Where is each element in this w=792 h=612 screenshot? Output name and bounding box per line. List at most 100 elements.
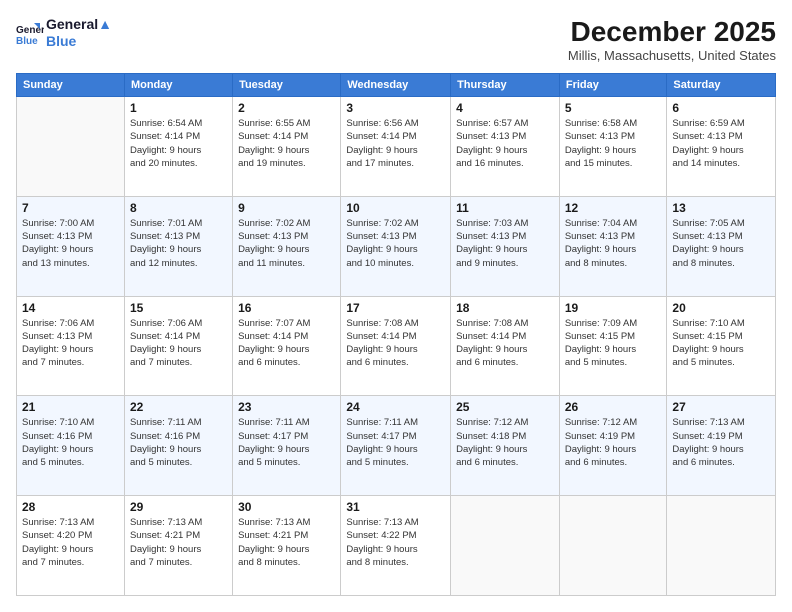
header-cell-thursday: Thursday [451, 74, 560, 97]
calendar-cell: 15 Sunrise: 7:06 AM Sunset: 4:14 PM Dayli… [124, 296, 232, 396]
calendar-cell: 25 Sunrise: 7:12 AM Sunset: 4:18 PM Dayli… [451, 396, 560, 496]
calendar-cell: 6Sunrise: 6:59 AM Sunset: 4:13 PM Daylig… [667, 97, 776, 197]
calendar-row: 14 Sunrise: 7:06 AM Sunset: 4:13 PM Dayli… [17, 296, 776, 396]
page: General Blue General▲ Blue December 2025… [0, 0, 792, 612]
month-title: December 2025 [568, 16, 776, 48]
day-info: Sunrise: 7:00 AM Sunset: 4:13 PM Dayligh… [22, 217, 119, 270]
calendar-row: 7 Sunrise: 7:00 AM Sunset: 4:13 PM Daylig… [17, 196, 776, 296]
calendar-cell: 27 Sunrise: 7:13 AM Sunset: 4:19 PM Dayli… [667, 396, 776, 496]
title-section: December 2025 Millis, Massachusetts, Uni… [568, 16, 776, 63]
day-number: 10 [346, 201, 445, 215]
day-number: 7 [22, 201, 119, 215]
day-info: Sunrise: 6:55 AM Sunset: 4:14 PM Dayligh… [238, 117, 335, 170]
calendar-cell: 18 Sunrise: 7:08 AM Sunset: 4:14 PM Dayli… [451, 296, 560, 396]
day-number: 13 [672, 201, 770, 215]
day-number: 2 [238, 101, 335, 115]
header-cell-wednesday: Wednesday [341, 74, 451, 97]
day-number: 17 [346, 301, 445, 315]
calendar-row: 21 Sunrise: 7:10 AM Sunset: 4:16 PM Dayli… [17, 396, 776, 496]
day-info: Sunrise: 6:59 AM Sunset: 4:13 PM Dayligh… [672, 117, 770, 170]
header-cell-friday: Friday [559, 74, 667, 97]
calendar-cell: 23 Sunrise: 7:11 AM Sunset: 4:17 PM Dayli… [233, 396, 341, 496]
day-info: Sunrise: 7:08 AM Sunset: 4:14 PM Dayligh… [456, 317, 554, 370]
day-info: Sunrise: 7:07 AM Sunset: 4:14 PM Dayligh… [238, 317, 335, 370]
header: General Blue General▲ Blue December 2025… [16, 16, 776, 63]
calendar-row: 1 Sunrise: 6:54 AM Sunset: 4:14 PM Daylig… [17, 97, 776, 197]
calendar-cell: 26 Sunrise: 7:12 AM Sunset: 4:19 PM Dayli… [559, 396, 667, 496]
day-info: Sunrise: 7:01 AM Sunset: 4:13 PM Dayligh… [130, 217, 227, 270]
day-number: 29 [130, 500, 227, 514]
day-info: Sunrise: 7:11 AM Sunset: 4:17 PM Dayligh… [346, 416, 445, 469]
svg-text:Blue: Blue [16, 36, 38, 47]
day-info: Sunrise: 7:13 AM Sunset: 4:19 PM Dayligh… [672, 416, 770, 469]
day-number: 23 [238, 400, 335, 414]
day-number: 19 [565, 301, 662, 315]
day-info: Sunrise: 6:58 AM Sunset: 4:13 PM Dayligh… [565, 117, 662, 170]
calendar-cell: 17 Sunrise: 7:08 AM Sunset: 4:14 PM Dayli… [341, 296, 451, 396]
day-number: 4 [456, 101, 554, 115]
calendar-cell: 9Sunrise: 7:02 AM Sunset: 4:13 PM Daylig… [233, 196, 341, 296]
day-number: 26 [565, 400, 662, 414]
calendar-cell: 2 Sunrise: 6:55 AM Sunset: 4:14 PM Daylig… [233, 97, 341, 197]
day-info: Sunrise: 6:56 AM Sunset: 4:14 PM Dayligh… [346, 117, 445, 170]
day-info: Sunrise: 7:06 AM Sunset: 4:14 PM Dayligh… [130, 317, 227, 370]
day-number: 1 [130, 101, 227, 115]
day-info: Sunrise: 7:02 AM Sunset: 4:13 PM Dayligh… [346, 217, 445, 270]
calendar-cell: 8Sunrise: 7:01 AM Sunset: 4:13 PM Daylig… [124, 196, 232, 296]
day-info: Sunrise: 7:06 AM Sunset: 4:13 PM Dayligh… [22, 317, 119, 370]
day-number: 15 [130, 301, 227, 315]
day-number: 11 [456, 201, 554, 215]
day-number: 27 [672, 400, 770, 414]
calendar-cell: 14 Sunrise: 7:06 AM Sunset: 4:13 PM Dayli… [17, 296, 125, 396]
header-row: SundayMondayTuesdayWednesdayThursdayFrid… [17, 74, 776, 97]
location: Millis, Massachusetts, United States [568, 48, 776, 63]
logo-blue: Blue [46, 33, 112, 50]
calendar-cell: 1 Sunrise: 6:54 AM Sunset: 4:14 PM Daylig… [124, 97, 232, 197]
day-number: 18 [456, 301, 554, 315]
header-cell-monday: Monday [124, 74, 232, 97]
day-info: Sunrise: 7:13 AM Sunset: 4:20 PM Dayligh… [22, 516, 119, 569]
day-info: Sunrise: 7:05 AM Sunset: 4:13 PM Dayligh… [672, 217, 770, 270]
day-info: Sunrise: 6:54 AM Sunset: 4:14 PM Dayligh… [130, 117, 227, 170]
calendar-cell: 30Sunrise: 7:13 AM Sunset: 4:21 PM Dayli… [233, 496, 341, 596]
calendar-table: SundayMondayTuesdayWednesdayThursdayFrid… [16, 73, 776, 596]
calendar-row: 28Sunrise: 7:13 AM Sunset: 4:20 PM Dayli… [17, 496, 776, 596]
calendar-cell: 12 Sunrise: 7:04 AM Sunset: 4:13 PM Dayli… [559, 196, 667, 296]
day-info: Sunrise: 7:13 AM Sunset: 4:21 PM Dayligh… [130, 516, 227, 569]
day-number: 31 [346, 500, 445, 514]
day-number: 22 [130, 400, 227, 414]
day-info: Sunrise: 7:13 AM Sunset: 4:22 PM Dayligh… [346, 516, 445, 569]
calendar-cell: 20Sunrise: 7:10 AM Sunset: 4:15 PM Dayli… [667, 296, 776, 396]
header-cell-saturday: Saturday [667, 74, 776, 97]
calendar-cell: 7 Sunrise: 7:00 AM Sunset: 4:13 PM Daylig… [17, 196, 125, 296]
day-number: 5 [565, 101, 662, 115]
calendar-cell [17, 97, 125, 197]
day-number: 21 [22, 400, 119, 414]
day-info: Sunrise: 7:04 AM Sunset: 4:13 PM Dayligh… [565, 217, 662, 270]
day-info: Sunrise: 7:08 AM Sunset: 4:14 PM Dayligh… [346, 317, 445, 370]
calendar-cell: 22 Sunrise: 7:11 AM Sunset: 4:16 PM Dayli… [124, 396, 232, 496]
day-info: Sunrise: 7:12 AM Sunset: 4:18 PM Dayligh… [456, 416, 554, 469]
day-info: Sunrise: 7:10 AM Sunset: 4:15 PM Dayligh… [672, 317, 770, 370]
calendar-cell: 10 Sunrise: 7:02 AM Sunset: 4:13 PM Dayli… [341, 196, 451, 296]
day-info: Sunrise: 7:12 AM Sunset: 4:19 PM Dayligh… [565, 416, 662, 469]
logo-general: General▲ [46, 16, 112, 33]
calendar-cell: 21 Sunrise: 7:10 AM Sunset: 4:16 PM Dayli… [17, 396, 125, 496]
day-number: 24 [346, 400, 445, 414]
day-number: 14 [22, 301, 119, 315]
day-info: Sunrise: 7:11 AM Sunset: 4:16 PM Dayligh… [130, 416, 227, 469]
logo: General Blue General▲ Blue [16, 16, 112, 50]
day-number: 30 [238, 500, 335, 514]
day-info: Sunrise: 6:57 AM Sunset: 4:13 PM Dayligh… [456, 117, 554, 170]
calendar-cell: 28Sunrise: 7:13 AM Sunset: 4:20 PM Dayli… [17, 496, 125, 596]
calendar-cell: 4 Sunrise: 6:57 AM Sunset: 4:13 PM Daylig… [451, 97, 560, 197]
day-number: 12 [565, 201, 662, 215]
calendar-cell: 29 Sunrise: 7:13 AM Sunset: 4:21 PM Dayli… [124, 496, 232, 596]
calendar-cell: 31 Sunrise: 7:13 AM Sunset: 4:22 PM Dayli… [341, 496, 451, 596]
day-info: Sunrise: 7:11 AM Sunset: 4:17 PM Dayligh… [238, 416, 335, 469]
day-number: 25 [456, 400, 554, 414]
header-cell-sunday: Sunday [17, 74, 125, 97]
day-info: Sunrise: 7:09 AM Sunset: 4:15 PM Dayligh… [565, 317, 662, 370]
calendar-cell: 3Sunrise: 6:56 AM Sunset: 4:14 PM Daylig… [341, 97, 451, 197]
day-info: Sunrise: 7:10 AM Sunset: 4:16 PM Dayligh… [22, 416, 119, 469]
